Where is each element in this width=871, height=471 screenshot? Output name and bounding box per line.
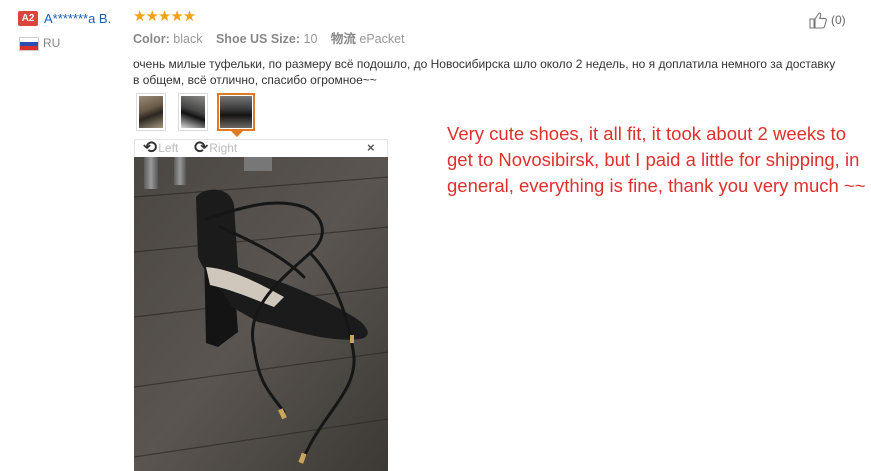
- rotate-right-button[interactable]: ⟳ Right: [194, 139, 237, 157]
- review-line: очень милые туфельки, по размеру всё под…: [133, 57, 836, 71]
- shipping-key: 物流: [330, 32, 356, 46]
- rotate-left-label: Left: [158, 141, 179, 155]
- size-value: 10: [303, 32, 318, 46]
- review-photo-thumbnail[interactable]: [178, 93, 208, 131]
- selected-thumbnail-pointer: [231, 131, 243, 137]
- rotate-right-icon: ⟳: [194, 138, 209, 157]
- thumbs-up-icon: [809, 12, 827, 29]
- shipping-value: ePacket: [359, 32, 405, 46]
- review-text: очень милые туфельки, по размеру всё под…: [133, 56, 871, 88]
- rotate-left-button[interactable]: ⟲ Left: [143, 139, 178, 157]
- color-key: Color:: [133, 32, 170, 46]
- review-line: в общем, всё отлично, спасибо огромное~~: [133, 73, 377, 87]
- close-icon[interactable]: ×: [367, 140, 375, 156]
- russia-flag-icon: [19, 37, 39, 51]
- review-photo-thumbnail[interactable]: [136, 93, 166, 131]
- color-value: black: [173, 32, 203, 46]
- size-key: Shoe US Size:: [215, 32, 301, 46]
- translation-annotation: Very cute shoes, it all fit, it took abo…: [447, 123, 866, 196]
- level-badge: A2: [18, 11, 38, 26]
- rotate-left-icon: ⟲: [143, 138, 158, 157]
- review-photo-thumbnail-selected[interactable]: [217, 93, 255, 131]
- purchase-attributes: Color: black Shoe US Size: 10 物流 ePacket: [133, 31, 415, 47]
- reviewer-name[interactable]: A*******a B.: [44, 11, 111, 27]
- star-rating: ★★★★★: [133, 8, 196, 25]
- rotate-right-label: Right: [209, 141, 238, 155]
- helpful-count: (0): [831, 13, 846, 27]
- reviewer-country: RU: [43, 36, 61, 50]
- review-photo: [134, 157, 388, 471]
- helpful-button[interactable]: (0): [808, 11, 846, 29]
